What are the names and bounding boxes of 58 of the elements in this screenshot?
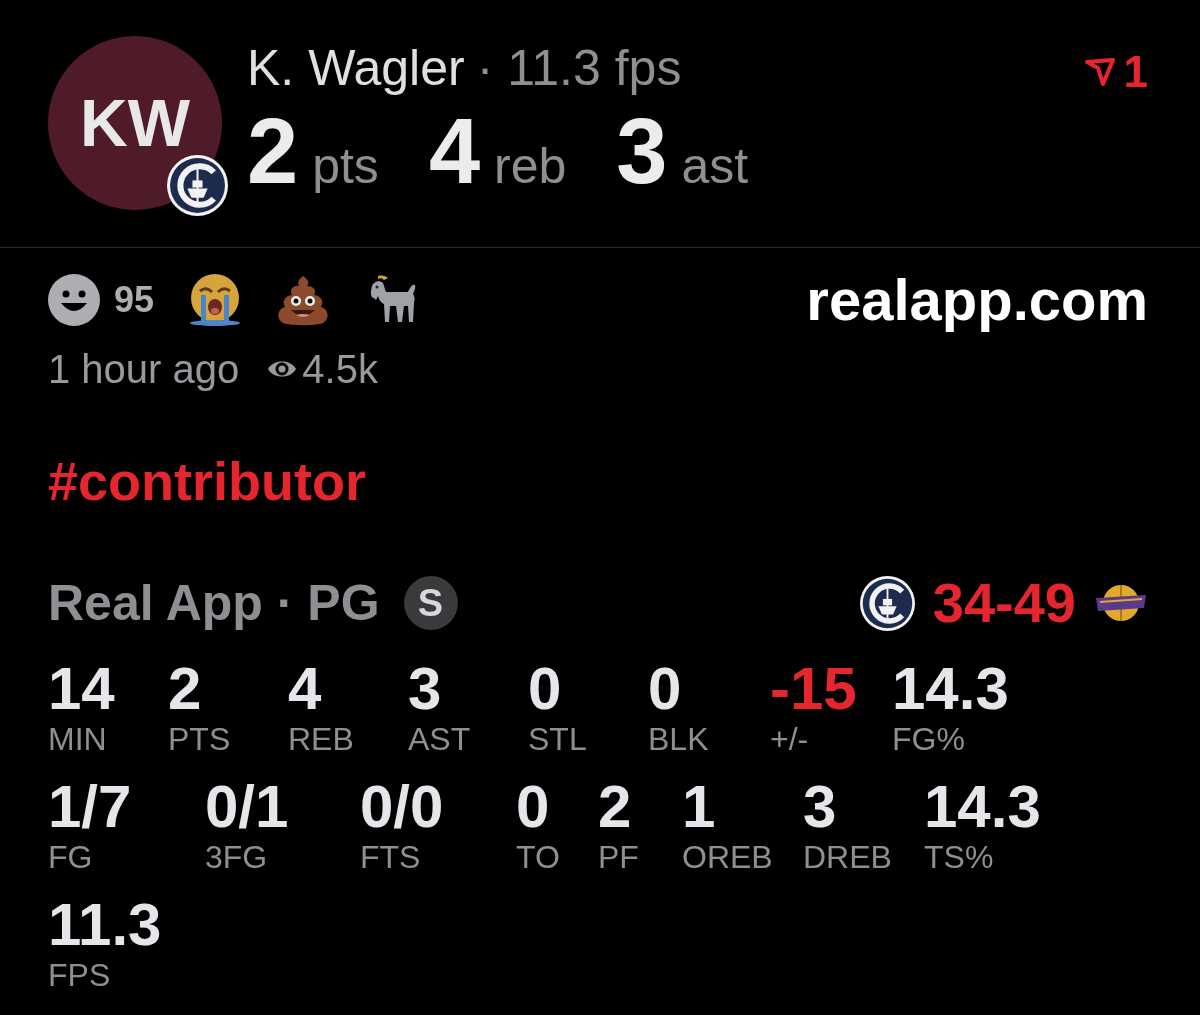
pennant-count: 1 (1123, 50, 1148, 94)
stat-label: FPS (48, 957, 111, 993)
basketball-logo-icon (1094, 584, 1148, 622)
stat-value: 0/0 (360, 777, 444, 837)
stat-label: DREB (803, 839, 892, 875)
stat-value: 2 (247, 105, 299, 197)
stat-label: STL (528, 721, 587, 757)
stat-label: BLK (648, 721, 709, 757)
poop-icon[interactable] (276, 273, 331, 327)
stat-label: TO (516, 839, 560, 875)
view-count: 4.5k (302, 347, 378, 391)
stat-value: 0 (516, 777, 550, 837)
stat-label: TS% (924, 839, 994, 875)
ship-emblem-icon (859, 575, 915, 631)
stat-label: PF (598, 839, 639, 875)
stat-value: -15 (770, 659, 857, 719)
stat-label: FG (48, 839, 93, 875)
game-score: 34-49 (932, 573, 1076, 633)
stat-value: 4 (288, 659, 322, 719)
stat-label: REB (288, 721, 354, 757)
stat-label: FTS (360, 839, 421, 875)
stat-value: 4 (428, 105, 481, 197)
stat-value: 2 (598, 777, 632, 837)
hashtag[interactable]: #contributor (48, 451, 366, 511)
stat-value: 0/1 (205, 777, 289, 837)
crying-face-icon[interactable] (188, 273, 243, 327)
stat-label: FG% (892, 721, 965, 757)
stat-unit: ast (681, 141, 749, 191)
team-position: Real App · PG (48, 574, 380, 633)
stat-value: 1/7 (48, 777, 132, 837)
stat-value: 3 (803, 777, 837, 837)
stat-value: 0 (648, 659, 682, 719)
stat-value: 2 (168, 659, 202, 719)
avatar-initials: KW (80, 90, 190, 156)
stat-value: 0 (528, 659, 562, 719)
stat-label: PTS (168, 721, 231, 757)
pennant-icon[interactable] (1083, 57, 1116, 87)
stat-value: 3 (616, 105, 668, 197)
stat-value: 11.3 (48, 895, 162, 955)
player-name: K. Wagler (247, 40, 465, 96)
stat-label: OREB (682, 839, 773, 875)
stat-label: AST (408, 721, 471, 757)
stat-unit: pts (312, 141, 379, 191)
fps-rating: · 11.3 fps (476, 40, 682, 96)
stat-unit: reb (494, 141, 567, 191)
ship-emblem-icon (167, 155, 228, 216)
stat-label: MIN (48, 721, 107, 757)
stat-value: 14.3 (892, 659, 1009, 719)
stat-value: 14 (48, 659, 115, 719)
stat-value: 3 (408, 659, 442, 719)
stat-label: +/- (770, 721, 809, 757)
stat-value: 1 (682, 777, 716, 837)
timestamp: 1 hour ago (48, 347, 240, 391)
starter-badge: S (403, 576, 458, 630)
stat-value: 14.3 (924, 777, 1041, 837)
stat-label: 3FG (205, 839, 268, 875)
smiley-icon[interactable] (48, 274, 100, 326)
reaction-count: 95 (114, 282, 155, 318)
